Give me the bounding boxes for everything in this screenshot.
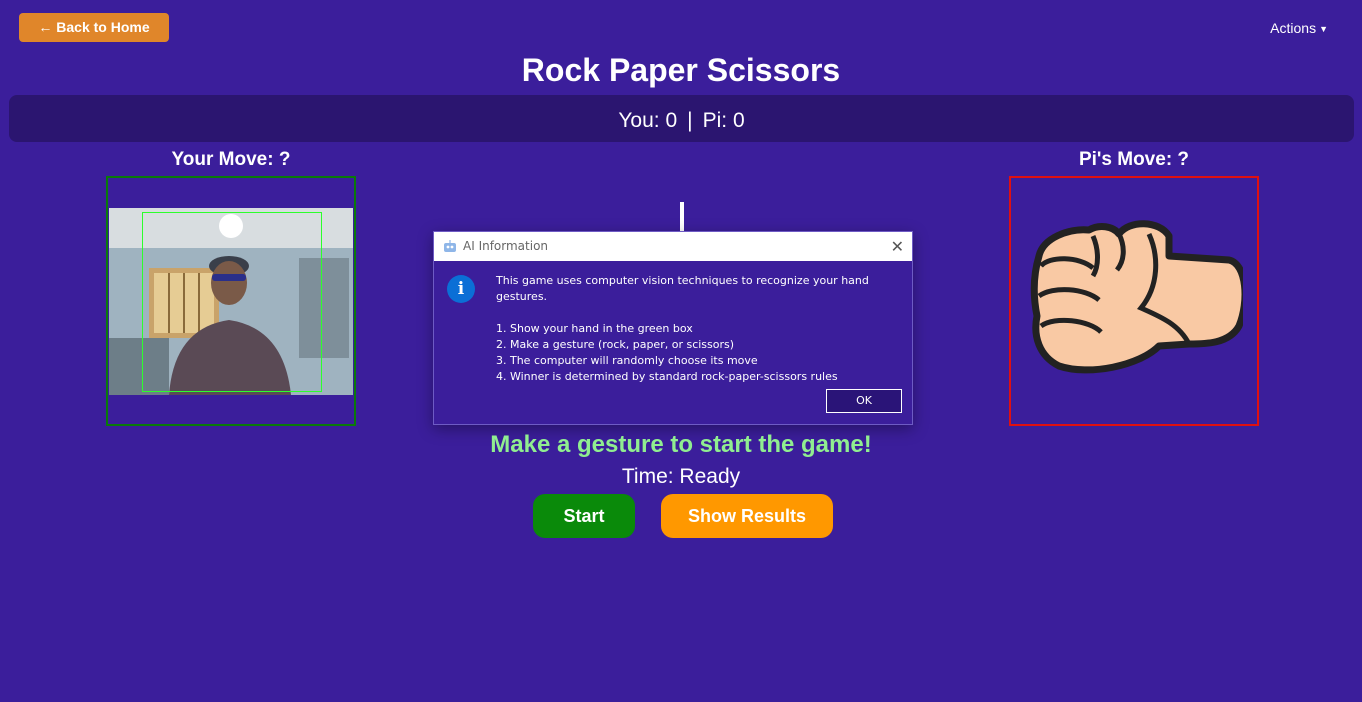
- player-score: You: 0: [618, 109, 678, 132]
- pi-score: Pi: 0: [702, 109, 745, 132]
- game-status: Make a gesture to start the game!: [490, 431, 872, 458]
- timer-text: Time: Ready: [621, 465, 741, 488]
- ai-information-dialog: AI Information ✕ i This game uses comput…: [433, 231, 913, 425]
- dialog-title: AI Information: [463, 239, 549, 253]
- dialog-intro: This game uses computer vision technique…: [496, 274, 869, 303]
- ok-button[interactable]: OK: [826, 389, 902, 413]
- start-button[interactable]: Start: [533, 494, 635, 538]
- dialog-step: 2. Make a gesture (rock, paper, or sciss…: [496, 338, 735, 351]
- your-move-label: Your Move: ?: [171, 149, 291, 170]
- pi-move-label: Pi's Move: ?: [1078, 149, 1190, 170]
- caret-down-icon: ▼: [1319, 24, 1328, 34]
- dialog-step: 4. Winner is determined by standard rock…: [496, 370, 838, 383]
- scoreboard: You: 0 | Pi: 0: [9, 95, 1354, 142]
- center-divider: [680, 202, 684, 232]
- back-to-home-button[interactable]: ← Back to Home: [19, 13, 169, 42]
- dialog-titlebar: AI Information ✕: [434, 232, 912, 261]
- dialog-step: 3. The computer will randomly choose its…: [496, 354, 758, 367]
- score-separator: |: [687, 109, 693, 132]
- close-icon[interactable]: ✕: [891, 232, 904, 261]
- actions-menu[interactable]: Actions ▼: [1270, 20, 1328, 36]
- pi-move-box: [1009, 176, 1259, 426]
- dialog-message: This game uses computer vision technique…: [496, 273, 906, 385]
- robot-icon: [444, 240, 456, 252]
- show-results-button[interactable]: Show Results: [661, 494, 833, 538]
- hand-detection-box: [142, 212, 322, 392]
- dialog-step: 1. Show your hand in the green box: [496, 322, 693, 335]
- actions-label: Actions: [1270, 20, 1317, 36]
- player-camera-box: [106, 176, 356, 426]
- page-title: Rock Paper Scissors: [521, 52, 841, 88]
- info-icon: i: [447, 275, 475, 303]
- rock-fist-icon: [1030, 220, 1243, 374]
